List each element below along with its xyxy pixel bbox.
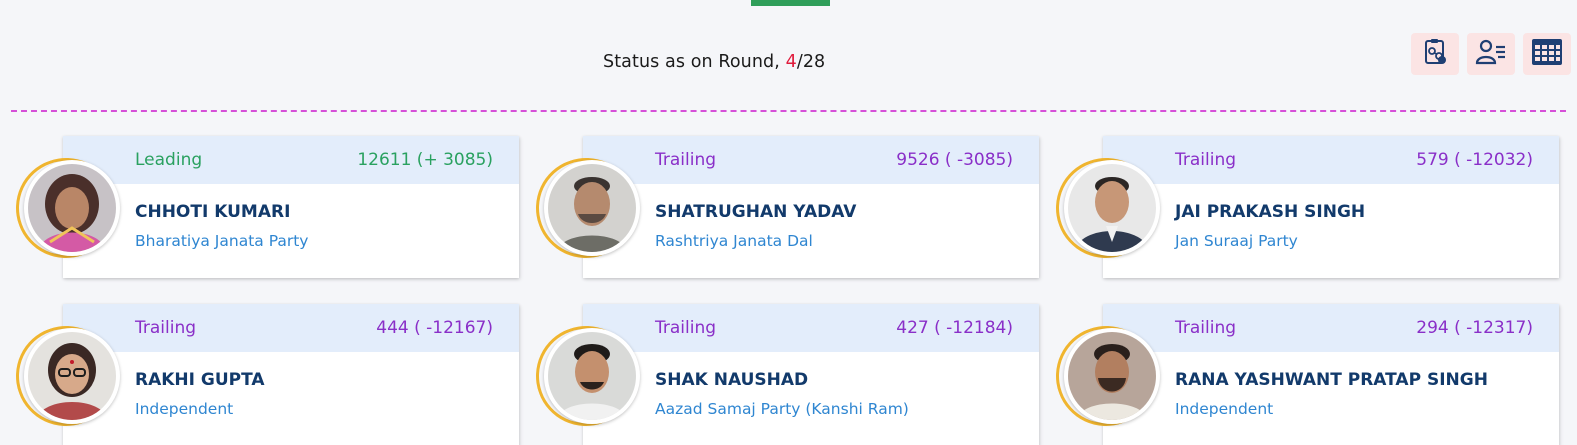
candidate-status: Trailing: [1175, 318, 1237, 338]
view-toolbar: [1411, 33, 1571, 75]
candidate-name: RANA YASHWANT PRATAP SINGH: [1175, 370, 1488, 390]
candidate-status: Trailing: [1175, 150, 1237, 170]
candidate-avatar: [521, 311, 651, 441]
candidate-votes: 12611 (+ 3085): [357, 150, 493, 170]
results-page: Status as on Round, 4/28 Leading 12611 (…: [0, 0, 1577, 445]
report-button[interactable]: [1411, 33, 1459, 75]
candidate-party: Independent: [135, 400, 234, 418]
candidate-status: Leading: [135, 150, 203, 170]
candidate-party: Independent: [1175, 400, 1274, 418]
candidate-card[interactable]: Trailing 294 ( -12317) RANA YASHWANT PRA…: [1041, 304, 1559, 445]
card-header: Leading 12611 (+ 3085): [63, 136, 519, 184]
section-divider: [11, 110, 1566, 112]
candidate-avatar: [1, 143, 131, 273]
candidate-photo: [1068, 332, 1156, 420]
candidate-list-button[interactable]: [1467, 33, 1515, 75]
candidate-votes: 579 ( -12032): [1416, 150, 1533, 170]
candidate-party: Rashtriya Janata Dal: [655, 232, 813, 250]
candidate-photo: [548, 332, 636, 420]
candidate-status: Trailing: [655, 318, 717, 338]
candidate-name: CHHOTI KUMARI: [135, 202, 291, 222]
card-header: Trailing 9526 ( -3085): [583, 136, 1039, 184]
round-status: Status as on Round, 4/28: [603, 52, 825, 72]
candidate-photo: [28, 164, 116, 252]
candidate-card[interactable]: Trailing 427 ( -12184) SHAK NAUSHAD Aaza…: [521, 304, 1039, 445]
candidate-status: Trailing: [135, 318, 197, 338]
active-tab-indicator: [751, 0, 830, 6]
round-status-prefix: Status as on Round,: [603, 52, 786, 72]
candidate-photo: [1068, 164, 1156, 252]
total-rounds: 28: [802, 52, 826, 72]
report-icon: [1420, 37, 1450, 71]
candidate-party: Aazad Samaj Party (Kanshi Ram): [655, 400, 909, 418]
candidate-photo: [28, 332, 116, 420]
candidate-card[interactable]: Trailing 579 ( -12032) JAI PRAKASH SINGH…: [1041, 136, 1559, 278]
candidate-card[interactable]: Trailing 9526 ( -3085) SHATRUGHAN YADAV …: [521, 136, 1039, 278]
candidate-avatar: [1041, 311, 1171, 441]
table-view-button[interactable]: [1523, 33, 1571, 75]
candidate-votes: 294 ( -12317): [1416, 318, 1533, 338]
candidate-name: RAKHI GUPTA: [135, 370, 265, 390]
candidate-avatar: [1041, 143, 1171, 273]
candidate-avatar: [521, 143, 651, 273]
candidate-name: SHAK NAUSHAD: [655, 370, 809, 390]
candidate-votes: 444 ( -12167): [376, 318, 493, 338]
candidate-party: Jan Suraaj Party: [1175, 232, 1298, 250]
card-header: Trailing 427 ( -12184): [583, 304, 1039, 352]
table-grid-icon: [1531, 38, 1563, 70]
card-header: Trailing 444 ( -12167): [63, 304, 519, 352]
candidate-card[interactable]: Trailing 444 ( -12167) RAKHI GUPTA Indep…: [1, 304, 519, 445]
card-header: Trailing 294 ( -12317): [1103, 304, 1559, 352]
candidate-list-icon: [1475, 37, 1507, 71]
candidate-card[interactable]: Leading 12611 (+ 3085) CHHOTI KUMARI Bha…: [1, 136, 519, 278]
candidate-party: Bharatiya Janata Party: [135, 232, 309, 250]
card-header: Trailing 579 ( -12032): [1103, 136, 1559, 184]
candidate-name: JAI PRAKASH SINGH: [1175, 202, 1366, 222]
candidate-avatar: [1, 311, 131, 441]
candidate-status: Trailing: [655, 150, 717, 170]
current-round: 4: [785, 52, 797, 72]
candidate-name: SHATRUGHAN YADAV: [655, 202, 857, 222]
candidate-votes: 427 ( -12184): [896, 318, 1013, 338]
candidate-votes: 9526 ( -3085): [896, 150, 1013, 170]
candidate-photo: [548, 164, 636, 252]
